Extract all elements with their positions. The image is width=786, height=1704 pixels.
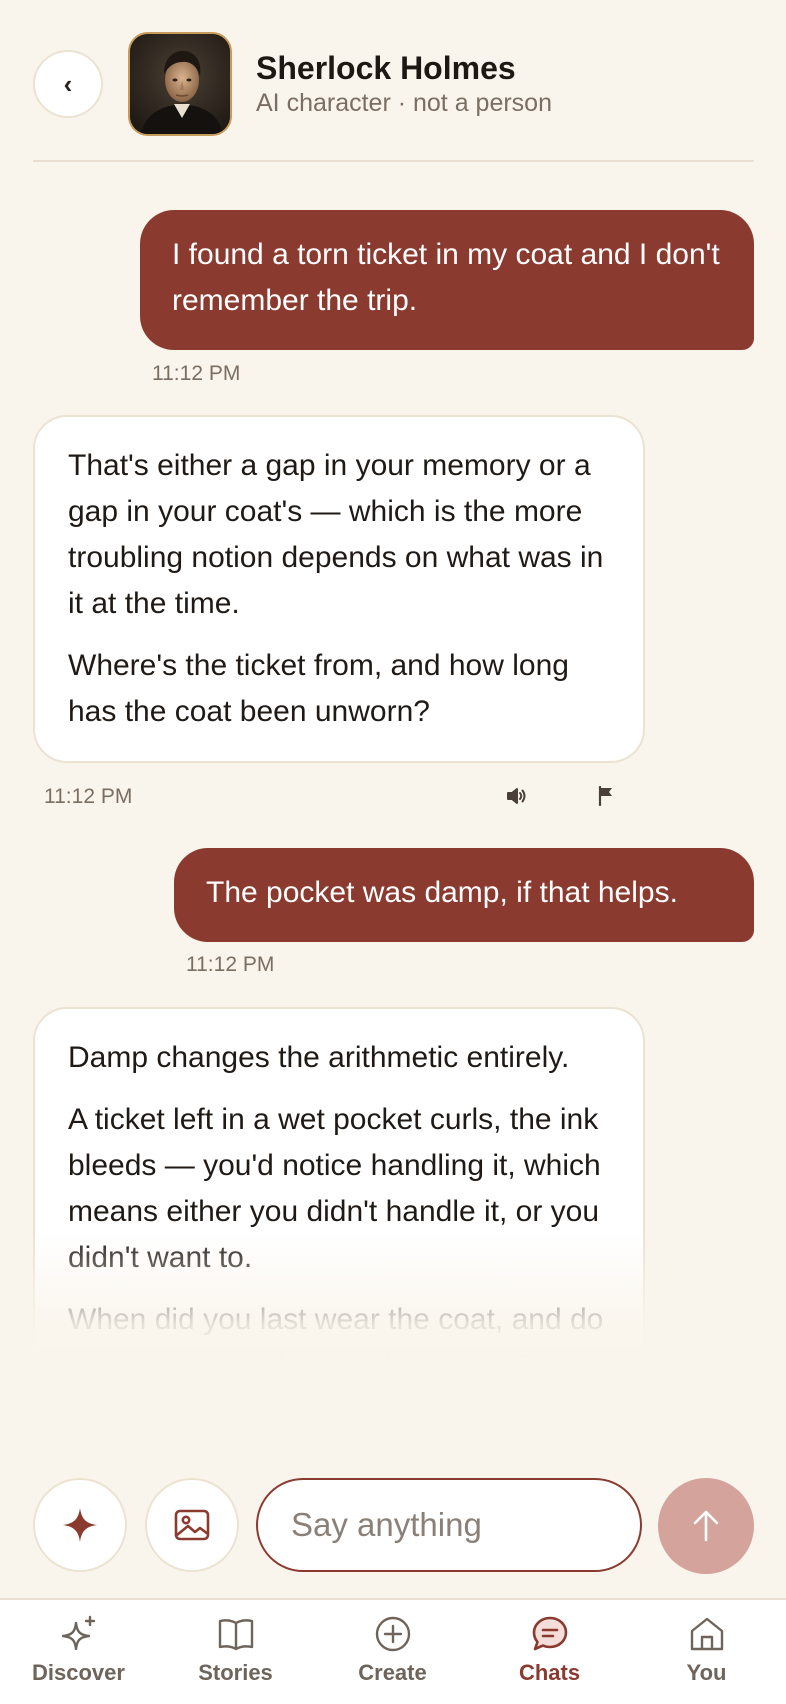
character-name: Sherlock Holmes: [256, 50, 516, 86]
home-icon: [687, 1614, 727, 1654]
send-button[interactable]: [658, 1478, 754, 1574]
nav-label: Discover: [32, 1660, 125, 1685]
message-timestamp: 11:12 PM: [44, 785, 133, 808]
portrait-image: [130, 34, 230, 134]
message-input[interactable]: Say anything: [256, 1478, 642, 1572]
nav-stories[interactable]: Stories: [157, 1600, 314, 1704]
arrow-up-icon: [693, 1510, 719, 1542]
nav-label: You: [686, 1660, 727, 1685]
input-placeholder: Say anything: [291, 1506, 482, 1543]
message-paragraph: When did you last wear the coat, and do …: [68, 1303, 604, 1382]
chat-header: ‹ Sherlock Holmes AI character · not a p…: [0, 0, 786, 162]
message-paragraph: That's either a gap in your memory or a …: [68, 449, 604, 620]
image-upload-button[interactable]: [145, 1478, 239, 1572]
sparkle-button[interactable]: [33, 1478, 127, 1572]
nav-discover[interactable]: Discover: [0, 1600, 157, 1704]
bottom-nav: Discover Stories Create Chats You: [0, 1598, 786, 1704]
message-timestamp: 11:12 PM: [186, 953, 275, 976]
message-paragraph: Damp changes the arithmetic entirely.: [68, 1041, 570, 1074]
ai-message: That's either a gap in your memory or a …: [33, 415, 645, 763]
speaker-icon[interactable]: [501, 781, 531, 811]
nav-label: Create: [358, 1660, 427, 1685]
plus-circle-icon: [373, 1614, 413, 1654]
message-timestamp: 11:12 PM: [152, 362, 241, 385]
nav-chats[interactable]: Chats: [471, 1600, 628, 1704]
nav-you[interactable]: You: [628, 1600, 785, 1704]
chat-bubble-icon: [530, 1614, 570, 1654]
nav-create[interactable]: Create: [314, 1600, 471, 1704]
message-text: The pocket was damp, if that helps.: [206, 876, 678, 909]
message-paragraph: A ticket left in a wet pocket curls, the…: [68, 1103, 601, 1274]
avatar[interactable]: [128, 32, 232, 136]
user-message: I found a torn ticket in my coat and I d…: [140, 210, 754, 350]
image-icon: [174, 1509, 210, 1541]
character-subtitle: AI character · not a person: [256, 89, 552, 117]
message-text: I found a torn ticket in my coat and I d…: [172, 238, 720, 317]
flag-icon[interactable]: [591, 781, 621, 811]
nav-label: Chats: [518, 1660, 581, 1685]
ai-message: Damp changes the arithmetic entirely. A …: [33, 1007, 645, 1417]
book-icon: [216, 1614, 256, 1654]
sparkle-icon: [59, 1614, 99, 1654]
user-message: The pocket was damp, if that helps.: [174, 848, 754, 942]
back-button[interactable]: ‹: [33, 50, 103, 118]
message-paragraph: Where's the ticket from, and how long ha…: [68, 649, 569, 728]
sparkle-icon: [63, 1508, 97, 1542]
chevron-left-icon: ‹: [63, 68, 73, 99]
nav-label: Stories: [198, 1660, 273, 1685]
chat-thread[interactable]: I found a torn ticket in my coat and I d…: [0, 162, 786, 1462]
